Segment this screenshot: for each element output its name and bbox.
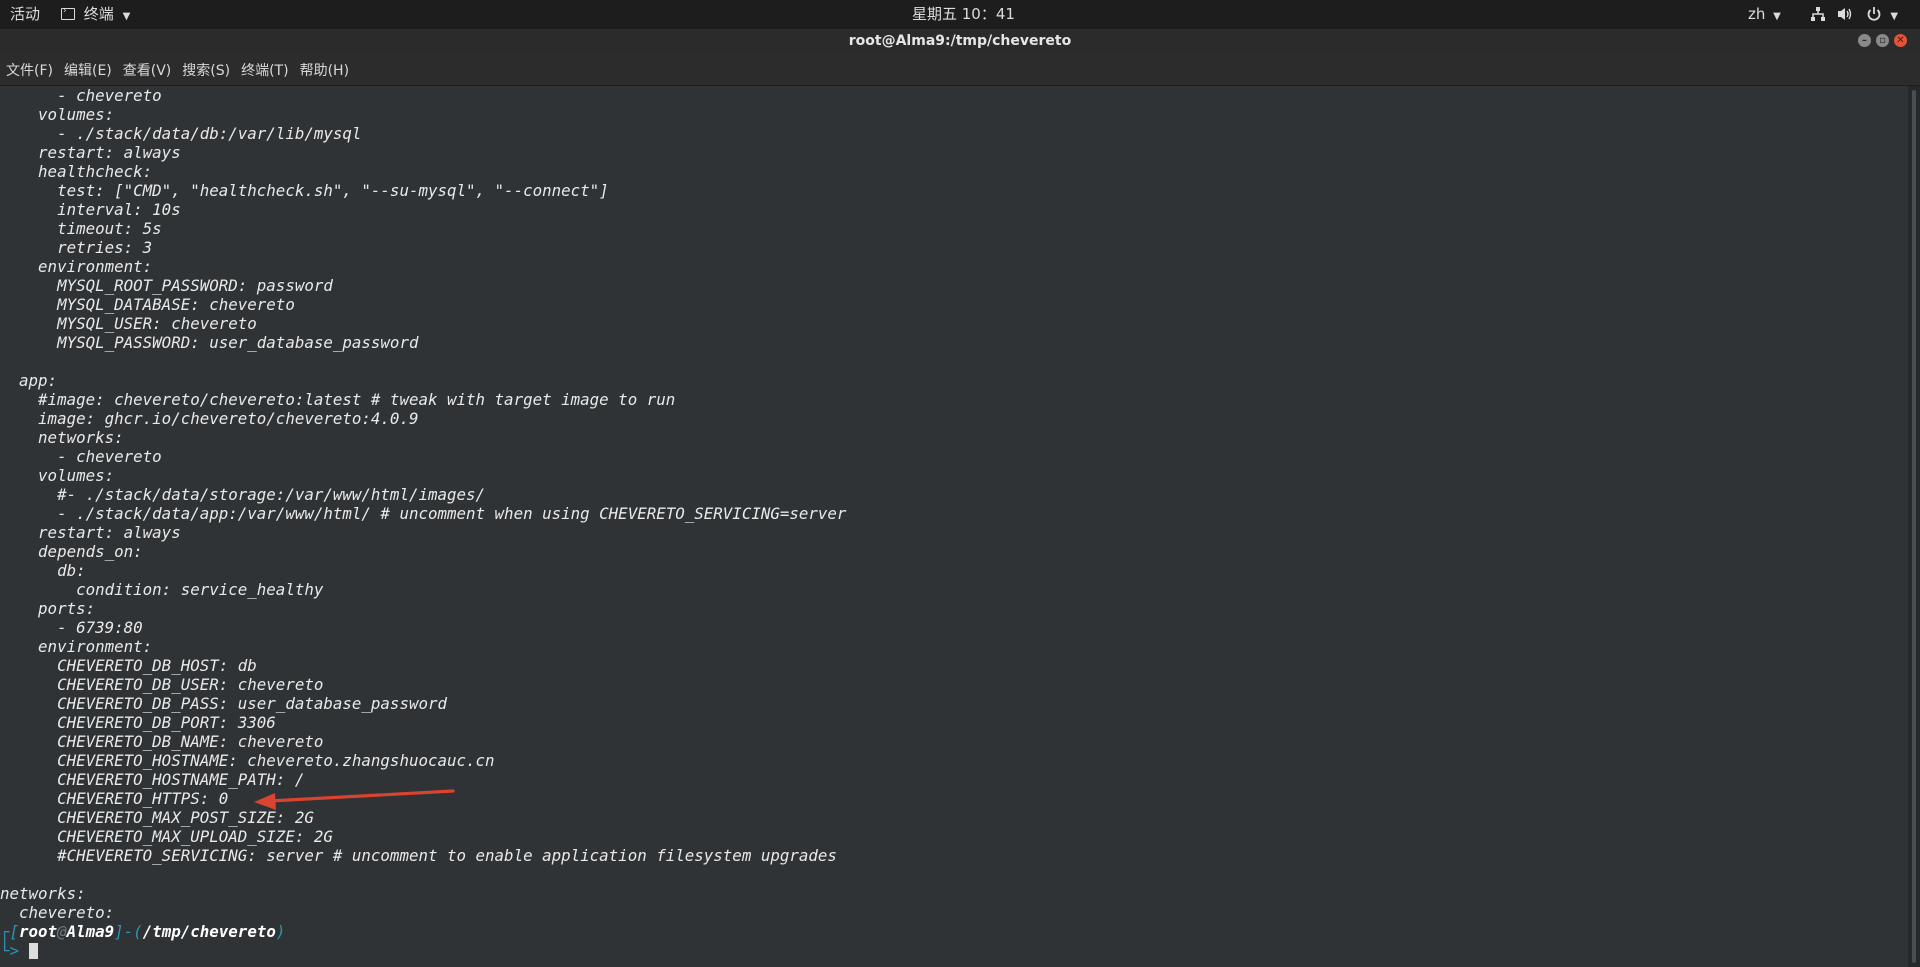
terminal-line: image: ghcr.io/chevereto/chevereto:4.0.9 xyxy=(0,409,419,428)
maximize-icon[interactable]: ▫ xyxy=(1876,34,1889,47)
prompt-host: Alma9 xyxy=(66,922,115,941)
terminal-line: #- ./stack/data/storage:/var/www/html/im… xyxy=(0,485,486,504)
menu-terminal[interactable]: 终端(T) xyxy=(235,53,293,85)
terminal-line: db: xyxy=(0,561,86,580)
close-icon[interactable]: ✕ xyxy=(1894,34,1907,47)
network-icon xyxy=(1811,7,1825,21)
terminal-line: healthcheck: xyxy=(0,162,153,181)
scrollbar[interactable] xyxy=(1908,86,1920,967)
terminal-line: restart: always xyxy=(0,143,181,162)
terminal-line: - chevereto xyxy=(0,86,162,105)
prompt-close: ) xyxy=(275,922,286,941)
terminal-line: #image: chevereto/chevereto:latest # twe… xyxy=(0,390,676,409)
terminal-line: test: ["CMD", "healthcheck.sh", "--su-my… xyxy=(0,181,609,200)
terminal-line: depends_on: xyxy=(0,542,143,561)
terminal-line: app: xyxy=(0,371,58,390)
menu-edit[interactable]: 编辑(E) xyxy=(58,53,117,85)
prompt-at: @ xyxy=(57,922,67,941)
prompt-path: /tmp/chevereto xyxy=(142,922,276,941)
prompt-second-line: └> xyxy=(0,941,29,960)
terminal-line: MYSQL_DATABASE: chevereto xyxy=(0,295,295,314)
menu-bar: 文件(F) 编辑(E) 查看(V) 搜索(S) 终端(T) 帮助(H) xyxy=(0,53,1920,86)
prompt-separator: ]-( xyxy=(114,922,143,941)
chevron-down-icon: ▼ xyxy=(1773,11,1781,22)
system-menu[interactable]: ▼ xyxy=(1810,0,1898,29)
terminal-line: environment: xyxy=(0,637,153,656)
terminal-line: CHEVERETO_DB_USER: chevereto xyxy=(0,675,324,694)
volume-icon xyxy=(1837,8,1851,20)
app-menu-label: 终端 xyxy=(83,5,114,23)
menu-view[interactable]: 查看(V) xyxy=(117,53,177,85)
terminal-line: CHEVERETO_DB_PASS: user_database_passwor… xyxy=(0,694,447,713)
terminal-line: CHEVERETO_HTTPS: 0 xyxy=(0,789,229,808)
terminal-line: chevereto: xyxy=(0,903,115,922)
terminal-line: interval: 10s xyxy=(0,200,181,219)
terminal-line: - ./stack/data/app:/var/www/html/ # unco… xyxy=(0,504,847,523)
terminal-line: ports: xyxy=(0,599,96,618)
terminal-line: CHEVERETO_DB_NAME: chevereto xyxy=(0,732,324,751)
terminal-line: CHEVERETO_MAX_POST_SIZE: 2G xyxy=(0,808,314,827)
terminal-line: timeout: 5s xyxy=(0,219,162,238)
terminal-line: MYSQL_PASSWORD: user_database_password xyxy=(0,333,419,352)
scrollbar-thumb[interactable] xyxy=(1912,90,1916,963)
activities-button[interactable]: 活动 xyxy=(10,0,40,29)
menu-file[interactable]: 文件(F) xyxy=(0,53,58,85)
clock[interactable]: 星期五 10：41 xyxy=(912,0,1015,29)
terminal-line: CHEVERETO_DB_PORT: 3306 xyxy=(0,713,276,732)
power-icon xyxy=(1867,7,1880,21)
terminal-output[interactable]: - chevereto volumes: - ./stack/data/db:/… xyxy=(0,86,1908,967)
cursor-line[interactable]: └> xyxy=(0,941,38,960)
terminal-line: - ./stack/data/db:/var/lib/mysql xyxy=(0,124,362,143)
terminal-line: CHEVERETO_MAX_UPLOAD_SIZE: 2G xyxy=(0,827,333,846)
terminal-icon: › xyxy=(61,6,75,20)
terminal-line: MYSQL_USER: chevereto xyxy=(0,314,257,333)
prompt-user: root xyxy=(19,922,58,941)
terminal-line: MYSQL_ROOT_PASSWORD: password xyxy=(0,276,333,295)
prompt-open-bracket: ┌[ xyxy=(0,922,20,941)
minimize-icon[interactable]: – xyxy=(1858,34,1871,47)
input-method-label: zh xyxy=(1748,5,1766,23)
terminal-line: #CHEVERETO_SERVICING: server # uncomment… xyxy=(0,846,837,865)
app-menu-button[interactable]: › 终端 ▼ xyxy=(61,0,130,29)
terminal-line: CHEVERETO_DB_HOST: db xyxy=(0,656,257,675)
chevron-down-icon: ▼ xyxy=(1890,11,1899,22)
menu-search[interactable]: 搜索(S) xyxy=(176,53,235,85)
terminal-line: CHEVERETO_HOSTNAME_PATH: / xyxy=(0,770,305,789)
terminal-line: networks: xyxy=(0,884,86,903)
terminal-line: - chevereto xyxy=(0,447,162,466)
top-bar: 活动 › 终端 ▼ 星期五 10：41 zh ▼ ▼ xyxy=(0,0,1920,29)
terminal-line: retries: 3 xyxy=(0,238,153,257)
terminal-line: volumes: xyxy=(0,105,115,124)
window-title: root@Alma9:/tmp/chevereto xyxy=(0,29,1920,53)
terminal-line: environment: xyxy=(0,257,153,276)
chevron-down-icon: ▼ xyxy=(122,11,131,22)
menu-help[interactable]: 帮助(H) xyxy=(294,53,354,85)
terminal-line: condition: service_healthy xyxy=(0,580,324,599)
terminal-line: - 6739:80 xyxy=(0,618,143,637)
input-method-menu[interactable]: zh ▼ xyxy=(1748,0,1781,29)
terminal-line: CHEVERETO_HOSTNAME: chevereto.zhangshuoc… xyxy=(0,751,495,770)
terminal-line: volumes: xyxy=(0,466,115,485)
shell-prompt: ┌[root@Alma9]-(/tmp/chevereto) xyxy=(0,922,285,941)
terminal-line: networks: xyxy=(0,428,124,447)
terminal-line: restart: always xyxy=(0,523,181,542)
text-cursor xyxy=(28,943,38,959)
